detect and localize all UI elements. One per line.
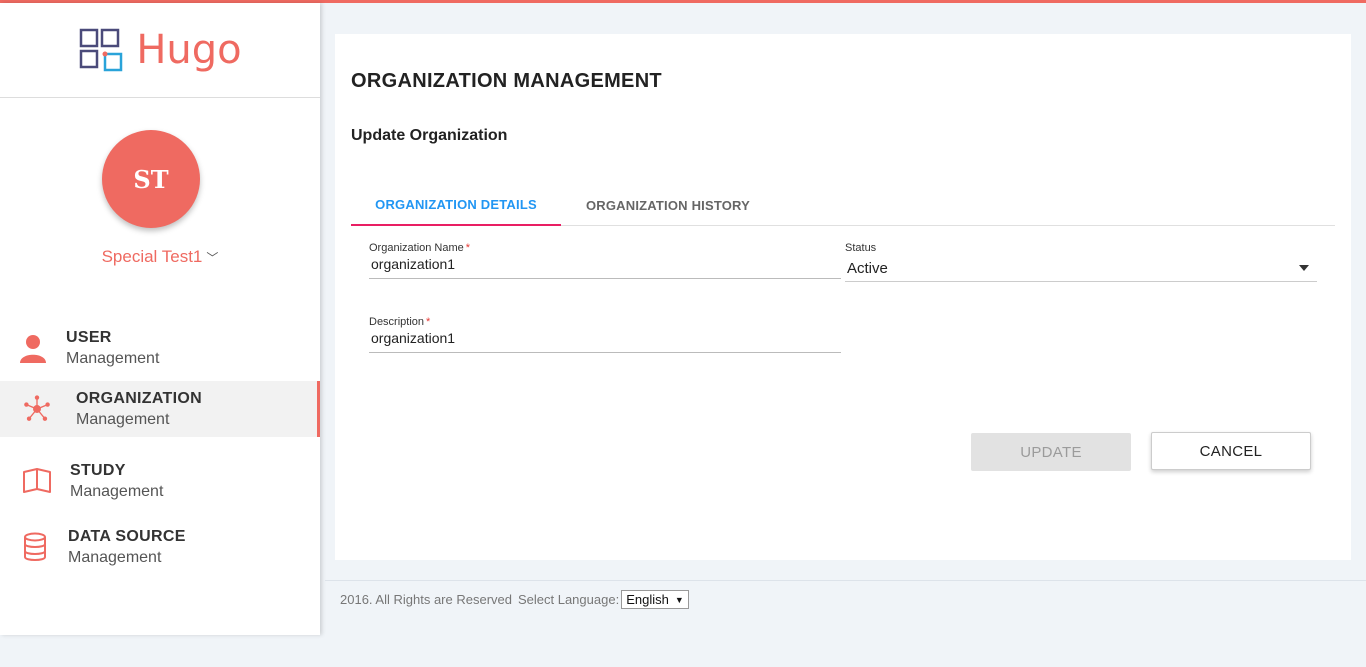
status-selected-value: Active xyxy=(847,260,888,277)
sidebar-item-title: STUDY xyxy=(70,462,126,479)
sidebar-item-title: DATA SOURCE xyxy=(68,528,186,545)
language-label: Select Language: xyxy=(517,592,620,607)
status-field: Status Active xyxy=(845,242,1317,282)
field-label: Description xyxy=(369,316,425,328)
brand-logo[interactable]: Hugo xyxy=(78,27,242,73)
required-marker: * xyxy=(426,316,431,328)
sidebar-item-subtitle: Management xyxy=(66,350,160,367)
sidebar-item-subtitle: Management xyxy=(70,483,164,500)
language-selected-value: English xyxy=(626,592,669,607)
avatar[interactable]: ST xyxy=(102,130,200,228)
user-name-label: Special Test1 xyxy=(101,247,203,266)
sidebar-item-study[interactable]: STUDY Management xyxy=(0,453,320,509)
sidebar-item-title: USER xyxy=(66,329,112,346)
dropdown-arrow-icon xyxy=(1299,265,1309,271)
status-select[interactable]: Active xyxy=(845,254,1317,282)
required-marker: * xyxy=(465,242,471,254)
organization-name-field: Organization Name * organization1 xyxy=(369,242,841,279)
tab-organization-details[interactable]: ORGANIZATION DETAILS xyxy=(351,184,561,226)
network-icon xyxy=(22,394,52,424)
organization-name-input[interactable]: organization1 xyxy=(369,254,841,279)
copyright-text: 2016. All Rights are Reserved xyxy=(340,592,512,607)
sidebar-item-title: ORGANIZATION xyxy=(76,390,202,407)
footer-divider xyxy=(325,580,1366,581)
sidebar-item-subtitle: Management xyxy=(76,411,170,428)
hugo-logo-icon xyxy=(80,28,123,72)
field-label: Organization Name xyxy=(369,242,464,254)
book-icon xyxy=(22,466,52,496)
sidebar-item-data-source[interactable]: DATA SOURCE Management xyxy=(0,519,320,575)
tab-organization-history[interactable]: ORGANIZATION HISTORY xyxy=(561,184,775,226)
main-panel: ORGANIZATION MANAGEMENT Update Organizat… xyxy=(335,34,1351,560)
language-select[interactable]: English ▼ xyxy=(621,590,689,609)
cancel-button[interactable]: CANCEL xyxy=(1151,432,1311,470)
description-input[interactable]: organization1 xyxy=(369,328,841,353)
section-title: Update Organization xyxy=(351,127,508,144)
page-title: ORGANIZATION MANAGEMENT xyxy=(351,70,662,92)
description-field: Description * organization1 xyxy=(369,316,841,353)
sidebar-item-user[interactable]: USER Management xyxy=(0,320,320,376)
avatar-initials: ST xyxy=(133,164,169,194)
field-label: Status xyxy=(845,242,877,254)
update-button[interactable]: UPDATE xyxy=(971,433,1131,471)
sidebar-item-organization[interactable]: ORGANIZATION Management xyxy=(0,381,320,437)
database-icon xyxy=(20,532,50,562)
tab-bar: ORGANIZATION DETAILS ORGANIZATION HISTOR… xyxy=(351,184,1335,226)
brand-name: Hugo xyxy=(136,27,242,73)
sidebar: Hugo ST Special Test1﹀ USER Management xyxy=(0,3,320,635)
chevron-down-icon: ﹀ xyxy=(206,251,219,265)
user-menu[interactable]: Special Test1 ﹀ xyxy=(0,247,320,267)
user-icon xyxy=(18,333,48,363)
dropdown-arrow-icon: ▼ xyxy=(674,594,684,605)
logo-area: Hugo xyxy=(0,3,320,98)
footer: 2016. All Rights are Reserved Select Lan… xyxy=(340,590,689,609)
sidebar-item-subtitle: Management xyxy=(68,549,162,566)
